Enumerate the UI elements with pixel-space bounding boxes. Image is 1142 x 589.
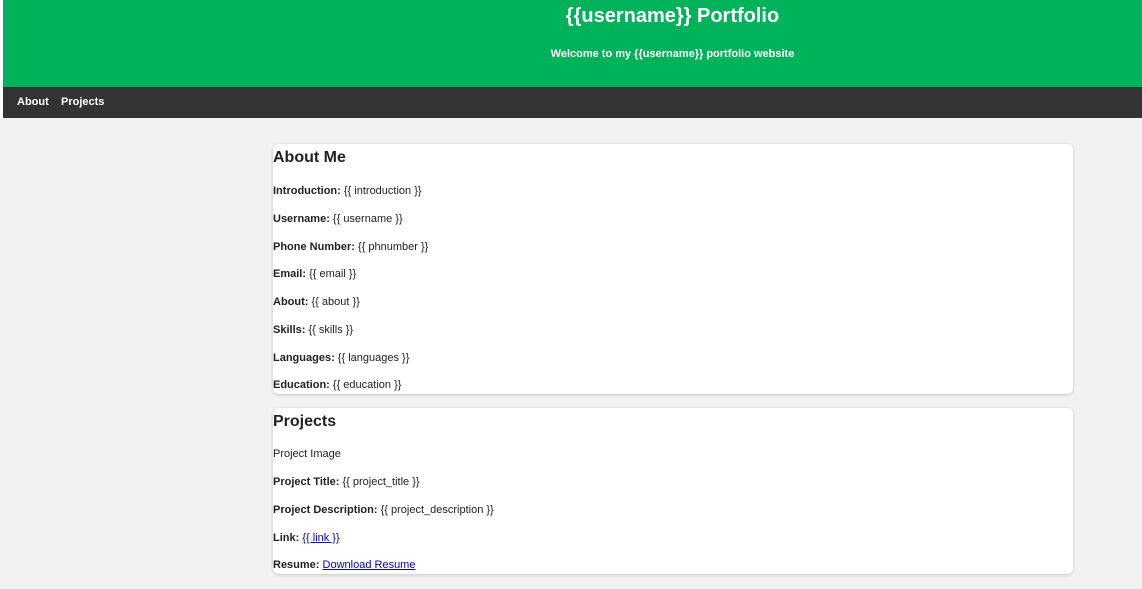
project-description-value: {{ project_description }}	[377, 504, 494, 516]
phone-number-label: Phone Number:	[273, 241, 355, 253]
skills-label: Skills:	[273, 324, 306, 336]
education-value: {{ education }}	[329, 379, 402, 391]
education-field: Education: {{ education }}	[273, 379, 401, 392]
header-title: {{username}} Portfolio	[565, 5, 780, 27]
about-field: About: {{ about }}	[273, 296, 360, 309]
username-value: {{ username }}	[329, 213, 403, 225]
username-field: Username: {{ username }}	[273, 213, 403, 226]
project-title-value: {{ project_title }}	[339, 476, 420, 488]
project-title-field: Project Title: {{ project_title }}	[273, 476, 420, 489]
nav-link-about[interactable]: About	[17, 96, 49, 109]
projects-heading: Projects	[273, 413, 337, 430]
nav-link-projects[interactable]: Projects	[61, 96, 104, 109]
project-image-alt: Project Image	[273, 448, 341, 460]
project-link[interactable]: {{ link }}	[302, 532, 339, 544]
about-value: {{ about }}	[308, 296, 360, 308]
introduction-value: {{ introduction }}	[340, 185, 422, 197]
email-value: {{ email }}	[306, 268, 357, 280]
education-label: Education:	[273, 379, 330, 391]
resume-label: Resume:	[273, 559, 320, 571]
download-resume-link[interactable]: Download Resume	[323, 559, 416, 571]
site-header: {{username}} Portfolio Welcome to my {{u…	[3, 0, 1142, 87]
page: {{username}} Portfolio Welcome to my {{u…	[0, 0, 1142, 589]
about-heading: About Me	[273, 149, 346, 166]
project-image: Project Image	[273, 448, 341, 461]
email-label: Email:	[273, 268, 307, 280]
about-label: About:	[273, 296, 309, 308]
languages-label: Languages:	[273, 352, 335, 364]
project-title-label: Project Title:	[273, 476, 340, 488]
phone-number-field: Phone Number: {{ phnumber }}	[273, 241, 428, 254]
languages-field: Languages: {{ languages }}	[273, 352, 409, 365]
phone-number-value: {{ phnumber }}	[354, 241, 429, 253]
navbar: About Projects	[3, 87, 1142, 118]
project-link-field: Link: {{ link }}	[273, 532, 340, 545]
project-description-label: Project Description:	[273, 504, 378, 516]
introduction-label: Introduction:	[273, 185, 341, 197]
project-description-field: Project Description: {{ project_descript…	[273, 504, 494, 517]
projects-section: Projects Project Image Project Title: {{…	[273, 408, 1073, 574]
project-link-label: Link:	[273, 532, 300, 544]
resume-field: Resume: Download Resume	[273, 559, 415, 572]
email-field: Email: {{ email }}	[273, 268, 356, 281]
introduction-field: Introduction: {{ introduction }}	[273, 185, 422, 198]
skills-value: {{ skills }}	[305, 324, 354, 336]
username-label: Username:	[273, 213, 330, 225]
about-section: About Me Introduction: {{ introduction }…	[273, 144, 1073, 394]
skills-field: Skills: {{ skills }}	[273, 324, 353, 337]
languages-value: {{ languages }}	[334, 352, 410, 364]
header-subtitle: Welcome to my {{username}} portfolio web…	[550, 48, 795, 60]
